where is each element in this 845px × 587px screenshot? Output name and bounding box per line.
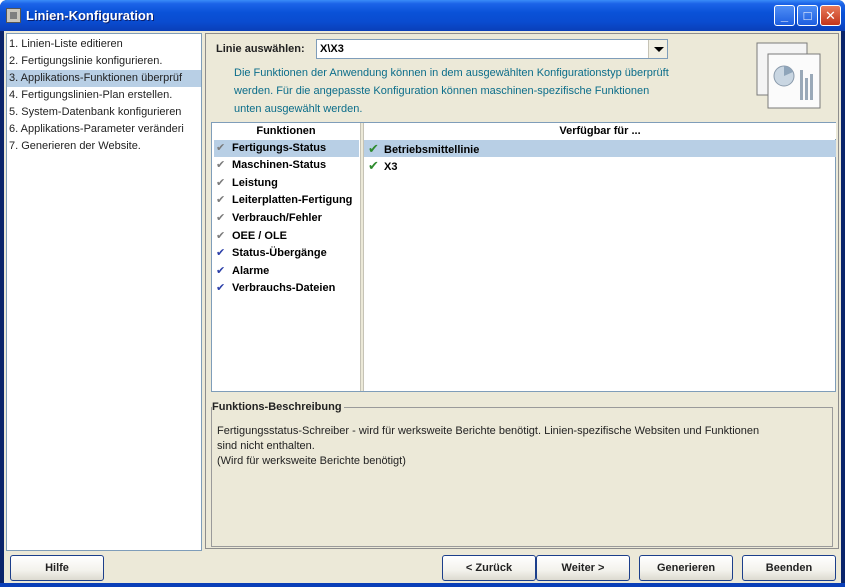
function-description-text: Fertigungsstatus-Schreiber - wird für we…: [217, 424, 827, 469]
check-icon: ✔: [216, 265, 226, 277]
generate-button[interactable]: Generieren: [639, 555, 733, 581]
step-2[interactable]: 2. Fertigungslinie konfigurieren.: [7, 53, 201, 70]
header-panel: Linie auswählen: X\X3 Die Funktionen der…: [206, 34, 838, 118]
description-line: (Wird für werksweite Berichte benötigt): [217, 455, 406, 467]
line-select-value: X\X3: [320, 43, 344, 55]
check-icon: ✔: [216, 177, 226, 189]
function-label: OEE / OLE: [232, 230, 288, 242]
function-label: Maschinen-Status: [232, 159, 327, 171]
back-button[interactable]: < Zurück: [442, 555, 536, 581]
maximize-icon: □: [803, 8, 812, 23]
available-label: X3: [384, 161, 398, 173]
step-3-active[interactable]: 3. Applikations-Funktionen überprüf: [7, 70, 201, 87]
function-item[interactable]: ✔ Status-Übergänge: [214, 245, 359, 262]
check-icon: ✔: [216, 247, 226, 259]
app-icon: [6, 8, 21, 23]
header-description: Die Funktionen der Anwendung können in d…: [234, 67, 669, 115]
check-icon: ✔: [216, 230, 226, 242]
dialog-content: 1. Linien-Liste editieren 2. Fertigungsl…: [4, 31, 841, 583]
green-check-icon: ✔: [368, 158, 379, 173]
step-1[interactable]: 1. Linien-Liste editieren: [7, 36, 201, 53]
description-line: Fertigungsstatus-Schreiber - wird für we…: [217, 425, 760, 437]
function-label: Alarme: [232, 265, 270, 277]
report-chart-icon: [756, 42, 821, 109]
function-item[interactable]: ✔ Verbrauch/Fehler: [214, 210, 359, 227]
steps-list: 1. Linien-Liste editieren 2. Fertigungsl…: [6, 33, 202, 551]
step-5[interactable]: 5. System-Datenbank konfigurieren: [7, 104, 201, 121]
check-icon: ✔: [216, 142, 226, 154]
window-title: Linien-Konfiguration: [26, 8, 154, 23]
help-button[interactable]: Hilfe: [10, 555, 104, 581]
function-item[interactable]: ✔ OEE / OLE: [214, 228, 359, 245]
window-frame-bottom: [0, 583, 845, 587]
line-select-combo[interactable]: X\X3: [316, 39, 668, 59]
main-panel: Linie auswählen: X\X3 Die Funktionen der…: [205, 33, 839, 549]
step-6[interactable]: 6. Applikations-Parameter veränderi: [7, 121, 201, 138]
minimize-icon: _: [780, 8, 789, 23]
step-7[interactable]: 7. Generieren der Website.: [7, 138, 201, 155]
available-label: Betriebsmittellinie: [384, 144, 480, 156]
function-item[interactable]: ✔ Maschinen-Status: [214, 157, 359, 174]
function-item[interactable]: ✔ Verbrauchs-Dateien: [214, 280, 359, 297]
description-line: sind nicht enthalten.: [217, 440, 315, 452]
function-item[interactable]: ✔ Alarme: [214, 263, 359, 280]
function-item[interactable]: ✔ Fertigungs-Status: [214, 140, 359, 157]
next-button[interactable]: Weiter >: [536, 555, 630, 581]
step-4[interactable]: 4. Fertigungslinien-Plan erstellen.: [7, 87, 201, 104]
check-icon: ✔: [216, 159, 226, 171]
function-description-box: Funktions-Beschreibung Fertigungsstatus-…: [211, 401, 833, 547]
maximize-button[interactable]: □: [797, 5, 818, 26]
function-item[interactable]: ✔ Leiterplatten-Fertigung: [214, 192, 359, 209]
function-label: Leiterplatten-Fertigung: [232, 194, 353, 206]
function-label: Fertigungs-Status: [232, 142, 327, 154]
green-check-icon: ✔: [368, 141, 379, 156]
line-select-label: Linie auswählen:: [216, 43, 305, 55]
function-label: Verbrauch/Fehler: [232, 212, 322, 224]
check-icon: ✔: [216, 212, 226, 224]
title-bar[interactable]: Linien-Konfiguration _ □ ✕: [0, 0, 845, 31]
available-column-header[interactable]: Verfügbar für ...: [364, 123, 836, 139]
function-description-legend: Funktions-Beschreibung: [212, 401, 344, 413]
functions-column-header[interactable]: Funktionen: [212, 123, 360, 139]
check-icon: ✔: [216, 194, 226, 206]
app-window: Linien-Konfiguration _ □ ✕ 1. Linien-Lis…: [0, 0, 845, 587]
function-label: Status-Übergänge: [232, 247, 327, 259]
check-icon: ✔: [216, 282, 226, 294]
function-item[interactable]: ✔ Leistung: [214, 175, 359, 192]
function-label: Verbrauchs-Dateien: [232, 282, 336, 294]
available-item[interactable]: ✔ X3: [364, 157, 836, 174]
finish-button[interactable]: Beenden: [742, 555, 836, 581]
chevron-down-icon[interactable]: [648, 40, 667, 58]
minimize-button[interactable]: _: [774, 5, 795, 26]
functions-table: Funktionen Verfügbar für ... ✔ Fertigungs…: [211, 122, 836, 392]
available-item[interactable]: ✔ Betriebsmittellinie: [364, 140, 836, 157]
close-button[interactable]: ✕: [820, 5, 841, 26]
close-icon: ✕: [825, 8, 836, 23]
function-label: Leistung: [232, 177, 278, 189]
